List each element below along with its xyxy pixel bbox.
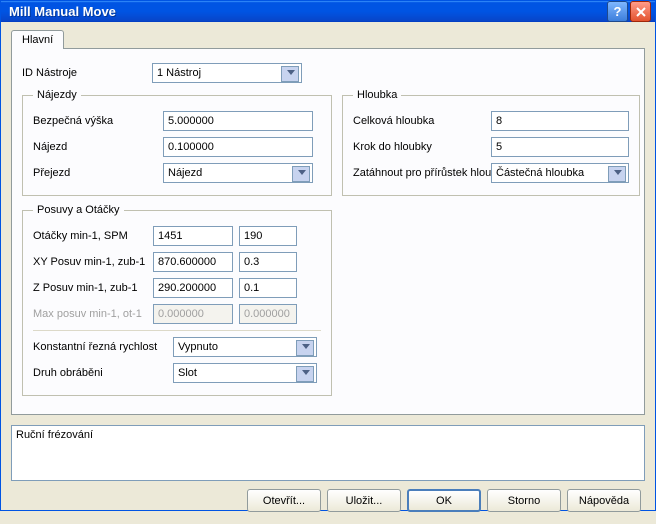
max-feed-input-2 [239, 304, 297, 324]
travel-label: Přejezd [33, 167, 163, 179]
save-button[interactable]: Uložit... [327, 489, 401, 512]
tool-id-label: ID Nástroje [22, 67, 152, 79]
help-button[interactable]: Nápověda [567, 489, 641, 512]
close-icon[interactable] [630, 1, 651, 22]
max-feed-label: Max posuv min-1, ot-1 [33, 308, 153, 320]
total-depth-label: Celková hloubka [353, 115, 491, 127]
mach-type-label: Druh obráběni [33, 367, 173, 379]
const-speed-value: Vypnuto [178, 341, 218, 353]
tool-id-select[interactable]: 1 Nástroj [152, 63, 302, 83]
group-depth-legend: Hloubka [353, 89, 401, 101]
help-icon[interactable]: ? [607, 1, 628, 22]
z-feed-input-1[interactable] [153, 278, 233, 298]
xy-feed-label: XY Posuv min-1, zub-1 [33, 256, 153, 268]
spm-input-1[interactable] [153, 226, 233, 246]
open-button[interactable]: Otevřít... [247, 489, 321, 512]
ok-button[interactable]: OK [407, 489, 481, 512]
z-feed-input-2[interactable] [239, 278, 297, 298]
retract-select[interactable]: Částečná hloubka [491, 163, 629, 183]
spm-label: Otáčky min-1, SPM [33, 230, 153, 242]
travel-value: Nájezd [168, 167, 202, 179]
chevron-down-icon [302, 344, 310, 349]
approach-label: Nájezd [33, 141, 163, 153]
xy-feed-input-1[interactable] [153, 252, 233, 272]
retract-label: Zatáhnout pro přírůstek hloub [353, 167, 491, 179]
tool-id-value: 1 Nástroj [157, 67, 201, 79]
chevron-down-icon [302, 370, 310, 375]
const-speed-select[interactable]: Vypnuto [173, 337, 317, 357]
chevron-down-icon [298, 170, 306, 175]
depth-step-input[interactable] [491, 137, 629, 157]
spm-input-2[interactable] [239, 226, 297, 246]
const-speed-label: Konstantní řezná rychlost [33, 341, 173, 353]
xy-feed-input-2[interactable] [239, 252, 297, 272]
group-feeds-speeds: Posuvy a Otáčky Otáčky min-1, SPM XY Pos… [22, 204, 332, 396]
cancel-button[interactable]: Storno [487, 489, 561, 512]
retract-value: Částečná hloubka [496, 167, 584, 179]
tab-main[interactable]: Hlavní [11, 30, 64, 49]
mach-type-value: Slot [178, 367, 197, 379]
note-textarea[interactable]: Ruční frézování [11, 425, 645, 481]
travel-select[interactable]: Nájezd [163, 163, 313, 183]
total-depth-input[interactable] [491, 111, 629, 131]
max-feed-input-1 [153, 304, 233, 324]
window-title: Mill Manual Move [9, 4, 605, 19]
chevron-down-icon [287, 70, 295, 75]
titlebar: Mill Manual Move ? [1, 1, 655, 22]
tab-panel-main: ID Nástroje 1 Nástroj Nájezdy Bezpečná v… [11, 48, 645, 415]
depth-step-label: Krok do hloubky [353, 141, 491, 153]
chevron-down-icon [614, 170, 622, 175]
approach-input[interactable] [163, 137, 313, 157]
group-feeds-speeds-legend: Posuvy a Otáčky [33, 204, 124, 216]
safe-height-input[interactable] [163, 111, 313, 131]
group-approaches-legend: Nájezdy [33, 89, 81, 101]
note-text: Ruční frézování [16, 429, 93, 441]
group-depth: Hloubka Celková hloubka Krok do hloubky … [342, 89, 640, 196]
mach-type-select[interactable]: Slot [173, 363, 317, 383]
group-approaches: Nájezdy Bezpečná výška Nájezd Přejezd [22, 89, 332, 196]
safe-height-label: Bezpečná výška [33, 115, 163, 127]
z-feed-label: Z Posuv min-1, zub-1 [33, 282, 153, 294]
